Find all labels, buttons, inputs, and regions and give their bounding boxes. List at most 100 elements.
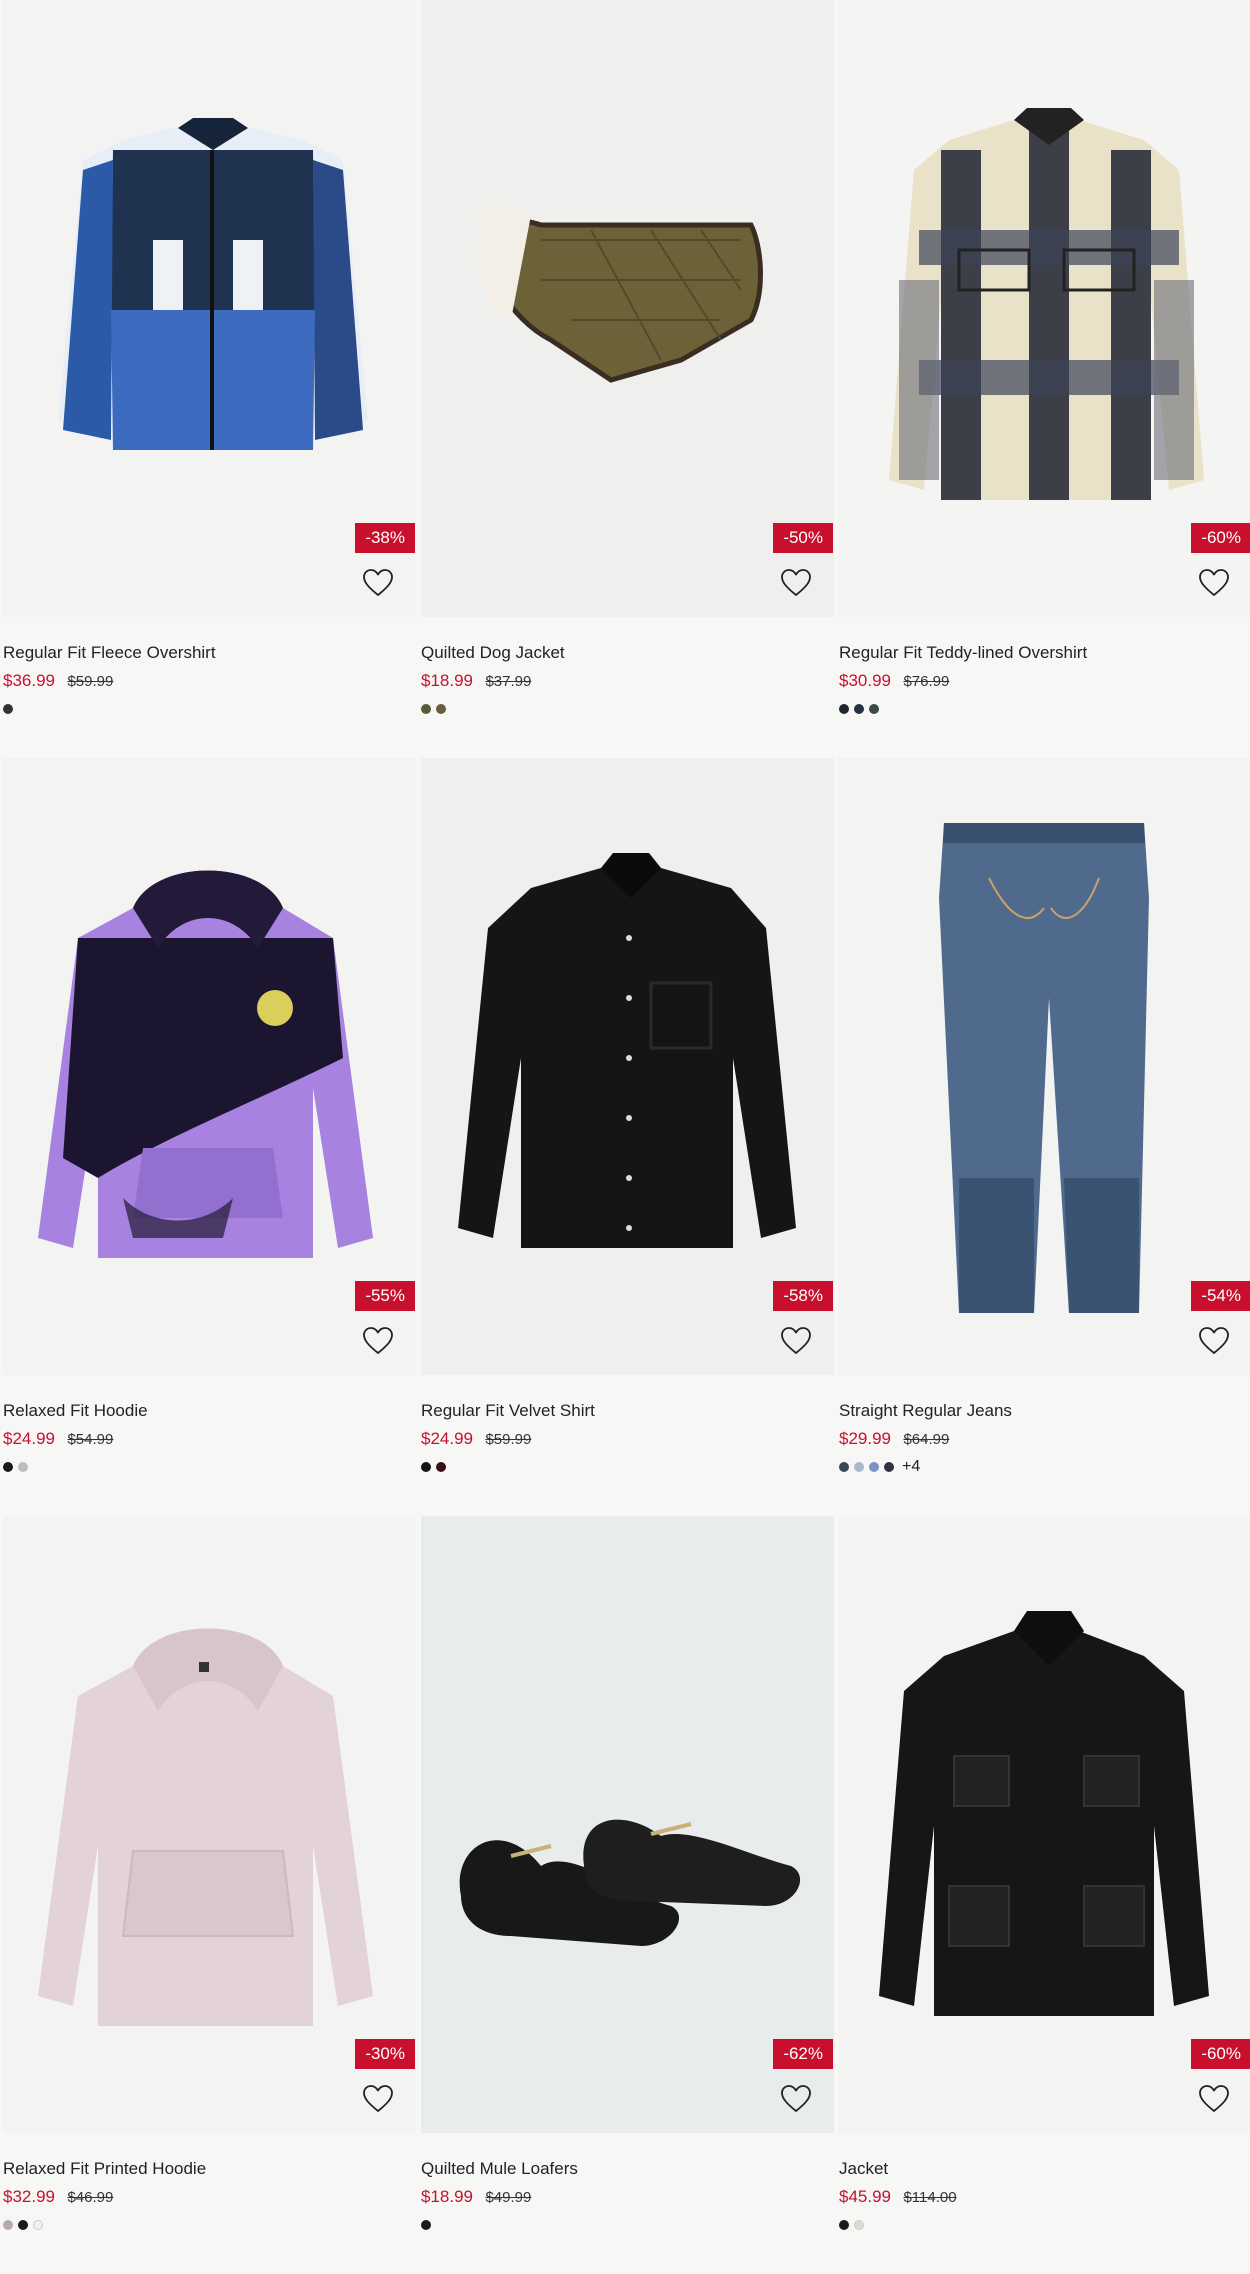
product-card[interactable]: -54% Straight Regular Jeans $29.99 $64.9… xyxy=(839,758,1250,1516)
product-card[interactable]: -62% Quilted Mule Loafers $18.99 $49.99 xyxy=(421,1516,834,2274)
color-swatch[interactable] xyxy=(421,2220,431,2230)
color-swatch[interactable] xyxy=(839,1462,849,1472)
heart-outline-icon[interactable] xyxy=(360,1323,396,1359)
color-swatches xyxy=(421,702,834,716)
price-row: $24.99 $54.99 xyxy=(3,1429,416,1450)
product-image[interactable]: -60% xyxy=(839,0,1250,617)
sale-price: $45.99 xyxy=(839,2187,891,2206)
product-title[interactable]: Straight Regular Jeans xyxy=(839,1401,1250,1421)
original-price: $54.99 xyxy=(67,1431,114,1448)
jeans-icon xyxy=(939,823,1149,1313)
mule-loafers-icon xyxy=(459,1819,801,1946)
discount-badge: -38% xyxy=(355,523,415,553)
discount-badge: -62% xyxy=(773,2039,833,2069)
product-card[interactable]: -30% Relaxed Fit Printed Hoodie $32.99 $… xyxy=(3,1516,416,2274)
color-swatch[interactable] xyxy=(854,2220,864,2230)
pink-hoodie-icon xyxy=(38,1628,373,2026)
heart-outline-icon[interactable] xyxy=(360,2081,396,2117)
original-price: $59.99 xyxy=(485,1431,532,1448)
color-swatches xyxy=(421,1460,834,1474)
product-grid: -38% Regular Fit Fleece Overshirt $36.99… xyxy=(0,0,1250,2274)
color-swatch[interactable] xyxy=(3,704,13,714)
original-price: $49.99 xyxy=(485,2189,532,2206)
color-swatch[interactable] xyxy=(421,704,431,714)
product-image[interactable]: -38% xyxy=(3,0,416,617)
dog-jacket-icon xyxy=(477,205,763,383)
more-colors-count[interactable]: +4 xyxy=(902,1458,920,1476)
discount-badge: -58% xyxy=(773,1281,833,1311)
color-swatch[interactable] xyxy=(436,704,446,714)
heart-outline-icon[interactable] xyxy=(778,2081,814,2117)
product-info: Relaxed Fit Printed Hoodie $32.99 $46.99 xyxy=(3,2133,416,2232)
color-swatch[interactable] xyxy=(436,1462,446,1472)
color-swatch[interactable] xyxy=(854,704,864,714)
color-swatch[interactable] xyxy=(884,1462,894,1472)
color-swatch[interactable] xyxy=(3,1462,13,1472)
product-card[interactable]: -60% Regular Fit Teddy-lined Overshirt $… xyxy=(839,0,1250,758)
heart-outline-icon[interactable] xyxy=(1196,2081,1232,2117)
product-card[interactable]: -58% Regular Fit Velvet Shirt $24.99 $59… xyxy=(421,758,834,1516)
product-title[interactable]: Relaxed Fit Hoodie xyxy=(3,1401,416,1421)
price-row: $18.99 $49.99 xyxy=(421,2187,834,2208)
product-title[interactable]: Jacket xyxy=(839,2159,1250,2179)
heart-outline-icon[interactable] xyxy=(360,565,396,601)
heart-outline-icon[interactable] xyxy=(778,1323,814,1359)
product-card[interactable]: -50% Quilted Dog Jacket $18.99 $37.99 xyxy=(421,0,834,758)
price-row: $36.99 $59.99 xyxy=(3,671,416,692)
original-price: $37.99 xyxy=(485,673,532,690)
color-swatch[interactable] xyxy=(854,1462,864,1472)
product-image[interactable]: -54% xyxy=(839,758,1250,1375)
product-info: Quilted Dog Jacket $18.99 $37.99 xyxy=(421,617,834,716)
product-card[interactable]: -38% Regular Fit Fleece Overshirt $36.99… xyxy=(3,0,416,758)
heart-outline-icon[interactable] xyxy=(1196,565,1232,601)
product-card[interactable]: -55% Relaxed Fit Hoodie $24.99 $54.99 xyxy=(3,758,416,1516)
color-swatches xyxy=(421,2218,834,2232)
color-swatch[interactable] xyxy=(869,704,879,714)
product-image[interactable]: -55% xyxy=(3,758,416,1375)
product-title[interactable]: Regular Fit Teddy-lined Overshirt xyxy=(839,643,1250,663)
product-image[interactable]: -50% xyxy=(421,0,834,617)
product-image[interactable]: -60% xyxy=(839,1516,1250,2133)
color-swatch[interactable] xyxy=(18,1462,28,1472)
color-swatches xyxy=(839,2218,1250,2232)
product-info: Regular Fit Teddy-lined Overshirt $30.99… xyxy=(839,617,1250,716)
fleece-overshirt-icon xyxy=(58,118,368,450)
product-title[interactable]: Relaxed Fit Printed Hoodie xyxy=(3,2159,416,2179)
original-price: $46.99 xyxy=(67,2189,114,2206)
sale-price: $36.99 xyxy=(3,671,55,690)
product-title[interactable]: Quilted Mule Loafers xyxy=(421,2159,834,2179)
color-swatch[interactable] xyxy=(33,2220,43,2230)
plaid-overshirt-icon xyxy=(889,108,1204,500)
price-row: $45.99 $114.00 xyxy=(839,2187,1250,2208)
color-swatch[interactable] xyxy=(3,2220,13,2230)
price-row: $29.99 $64.99 xyxy=(839,1429,1250,1450)
discount-badge: -55% xyxy=(355,1281,415,1311)
product-title[interactable]: Quilted Dog Jacket xyxy=(421,643,834,663)
velvet-shirt-icon xyxy=(458,853,796,1248)
color-swatch[interactable] xyxy=(18,2220,28,2230)
color-swatch[interactable] xyxy=(839,2220,849,2230)
product-title[interactable]: Regular Fit Velvet Shirt xyxy=(421,1401,834,1421)
discount-badge: -54% xyxy=(1191,1281,1250,1311)
color-swatches xyxy=(3,1460,416,1474)
original-price: $114.00 xyxy=(903,2189,957,2206)
discount-badge: -30% xyxy=(355,2039,415,2069)
product-image[interactable]: -62% xyxy=(421,1516,834,2133)
product-info: Regular Fit Fleece Overshirt $36.99 $59.… xyxy=(3,617,416,716)
color-swatch[interactable] xyxy=(421,1462,431,1472)
product-title[interactable]: Regular Fit Fleece Overshirt xyxy=(3,643,416,663)
color-swatch[interactable] xyxy=(839,704,849,714)
product-info: Regular Fit Velvet Shirt $24.99 $59.99 xyxy=(421,1375,834,1474)
original-price: $64.99 xyxy=(903,1431,950,1448)
original-price: $76.99 xyxy=(903,673,950,690)
heart-outline-icon[interactable] xyxy=(1196,1323,1232,1359)
original-price: $59.99 xyxy=(67,673,114,690)
price-row: $30.99 $76.99 xyxy=(839,671,1250,692)
heart-outline-icon[interactable] xyxy=(778,565,814,601)
product-image[interactable]: -58% xyxy=(421,758,834,1375)
product-image[interactable]: -30% xyxy=(3,1516,416,2133)
product-card[interactable]: -60% Jacket $45.99 $114.00 xyxy=(839,1516,1250,2274)
price-row: $24.99 $59.99 xyxy=(421,1429,834,1450)
color-swatches xyxy=(839,702,1250,716)
color-swatch[interactable] xyxy=(869,1462,879,1472)
